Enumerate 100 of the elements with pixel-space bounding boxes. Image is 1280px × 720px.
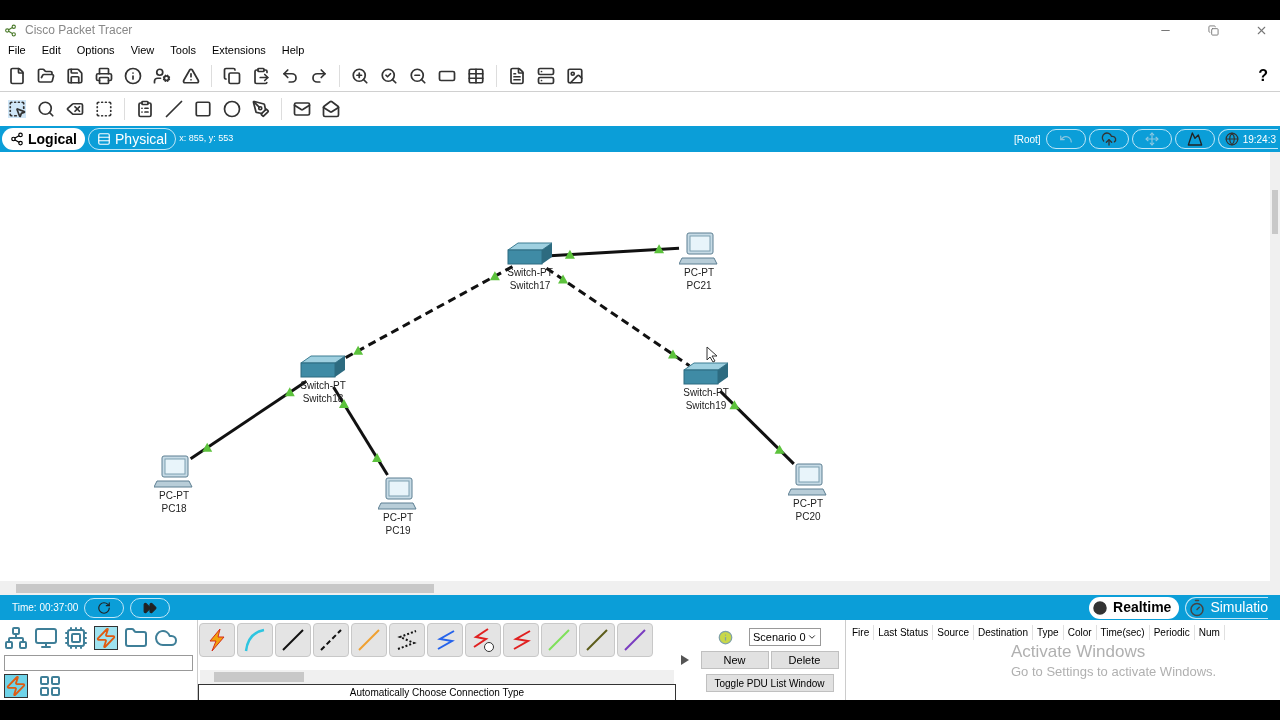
- envelope-icon[interactable]: [293, 100, 311, 118]
- chevron-down-icon: [807, 632, 817, 642]
- menu-item[interactable]: Help: [281, 41, 305, 59]
- scenario-button[interactable]: New: [700, 651, 769, 669]
- link-status-icon: [372, 452, 383, 462]
- menu-item[interactable]: Tools: [170, 41, 196, 59]
- cable-line[interactable]: [549, 246, 680, 258]
- computer-icon[interactable]: [788, 463, 828, 497]
- reset-icon: [97, 600, 112, 615]
- line-icon: [584, 627, 610, 653]
- horizontal-scrollbar[interactable]: [200, 670, 674, 684]
- lightning-icon[interactable]: [4, 674, 28, 698]
- mountain-icon: [1186, 131, 1203, 147]
- restore-icon[interactable]: [1208, 24, 1219, 36]
- horizontal-scrollbar[interactable]: [0, 581, 1280, 595]
- globe-icon: [1224, 132, 1239, 146]
- undo-icon[interactable]: [281, 66, 299, 85]
- switch-icon[interactable]: [506, 242, 554, 266]
- link-status-icon: [654, 244, 665, 254]
- link-status-icon: [284, 387, 295, 397]
- triangle-icon[interactable]: [182, 66, 200, 85]
- document-icon[interactable]: [508, 66, 526, 85]
- open-envelope-icon[interactable]: [322, 100, 340, 118]
- zoom-in-icon[interactable]: [351, 66, 369, 85]
- user-settings-icon[interactable]: [153, 66, 171, 85]
- search-field[interactable]: [4, 655, 193, 671]
- line-icon[interactable]: [165, 100, 183, 118]
- component-icon[interactable]: [64, 626, 88, 650]
- rectangle-icon[interactable]: [194, 100, 212, 118]
- stopwatch-icon: [1188, 598, 1207, 617]
- print-icon[interactable]: [95, 66, 113, 85]
- computer-icon[interactable]: [679, 232, 719, 266]
- delete-icon[interactable]: [66, 100, 84, 118]
- ellipse-icon[interactable]: [223, 100, 241, 118]
- device-model-label: PC-PT: [684, 266, 714, 279]
- link-status-icon: [774, 444, 785, 454]
- column-header: Color: [1063, 625, 1097, 640]
- menu-item[interactable]: Edit: [41, 41, 61, 59]
- workspace-tab[interactable]: Logical: [2, 128, 85, 150]
- device-model-label: PC-PT: [383, 511, 413, 524]
- menu-item[interactable]: File: [8, 41, 26, 59]
- switch-icon[interactable]: [682, 362, 730, 386]
- line-icon: [546, 627, 572, 653]
- link-status-icon: [729, 400, 740, 410]
- connection-type-button[interactable]: [389, 623, 425, 657]
- cloud-icon: [1100, 131, 1117, 147]
- device-name-label: PC18: [161, 502, 187, 515]
- paste-icon[interactable]: [252, 66, 270, 85]
- info-icon[interactable]: [124, 66, 142, 85]
- simulation-time: Time: 00:37:00: [12, 601, 79, 615]
- vertical-scrollbar[interactable]: [1270, 152, 1280, 581]
- column-header: Destination: [973, 625, 1033, 640]
- computer-icon[interactable]: [154, 455, 194, 489]
- link-status-icon: [564, 249, 575, 259]
- connection-type-button[interactable]: [313, 623, 349, 657]
- menu-item[interactable]: View: [130, 41, 155, 59]
- connection-type-button[interactable]: [275, 623, 311, 657]
- mouse-pointer-icon: [706, 346, 718, 363]
- save-icon[interactable]: [66, 66, 84, 85]
- topology-icon: [10, 132, 24, 146]
- link-status-icon: [489, 271, 500, 281]
- expand-arrow-icon[interactable]: [681, 655, 689, 665]
- server-icon[interactable]: [537, 66, 555, 85]
- folder-icon[interactable]: [37, 66, 55, 85]
- scenario-button[interactable]: Delete: [770, 651, 839, 669]
- device-name-label: Switch17: [509, 279, 551, 292]
- lightning-icon[interactable]: [94, 626, 118, 650]
- zigzag-clock-icon: [470, 627, 496, 653]
- connection-type-button[interactable]: [465, 623, 501, 657]
- select-icon[interactable]: [8, 100, 26, 118]
- scenario-dropdown[interactable]: Scenario 0: [749, 628, 821, 646]
- freeform-icon[interactable]: [252, 100, 270, 118]
- device-name-label: Switch19: [685, 399, 727, 412]
- move-icon: [1144, 132, 1159, 146]
- column-header: Fire: [848, 625, 875, 640]
- computer-icon[interactable]: [34, 626, 58, 650]
- search-icon[interactable]: [37, 100, 55, 118]
- menu-item[interactable]: Options: [76, 41, 115, 59]
- computer-icon[interactable]: [378, 477, 418, 511]
- column-header: Type: [1033, 625, 1064, 640]
- column-header: Num: [1194, 625, 1225, 640]
- switch-icon[interactable]: [299, 355, 347, 379]
- menu-item[interactable]: Extensions: [211, 41, 266, 59]
- activation-message: Go to Settings to activate Windows.: [1011, 663, 1217, 681]
- device-model-label: PC-PT: [159, 489, 189, 502]
- picture-icon[interactable]: [566, 66, 584, 85]
- copy-icon[interactable]: [223, 66, 241, 85]
- redo-icon[interactable]: [310, 66, 328, 85]
- network-device-icon[interactable]: [4, 626, 28, 650]
- grid-icon[interactable]: [38, 674, 62, 698]
- window-title: Cisco Packet Tracer: [25, 22, 133, 39]
- toggle-pdu-list-button[interactable]: Toggle PDU List Window: [705, 674, 834, 692]
- help-button[interactable]: ?: [1258, 63, 1268, 88]
- mode-tab[interactable]: Realtime: [1089, 596, 1180, 619]
- zoom-out-icon[interactable]: [409, 66, 427, 85]
- app-logo-icon: [4, 23, 17, 37]
- note-icon[interactable]: [136, 100, 154, 118]
- line-icon: [280, 627, 306, 653]
- column-header: Last Status: [874, 625, 934, 640]
- new-file-icon[interactable]: [8, 66, 26, 85]
